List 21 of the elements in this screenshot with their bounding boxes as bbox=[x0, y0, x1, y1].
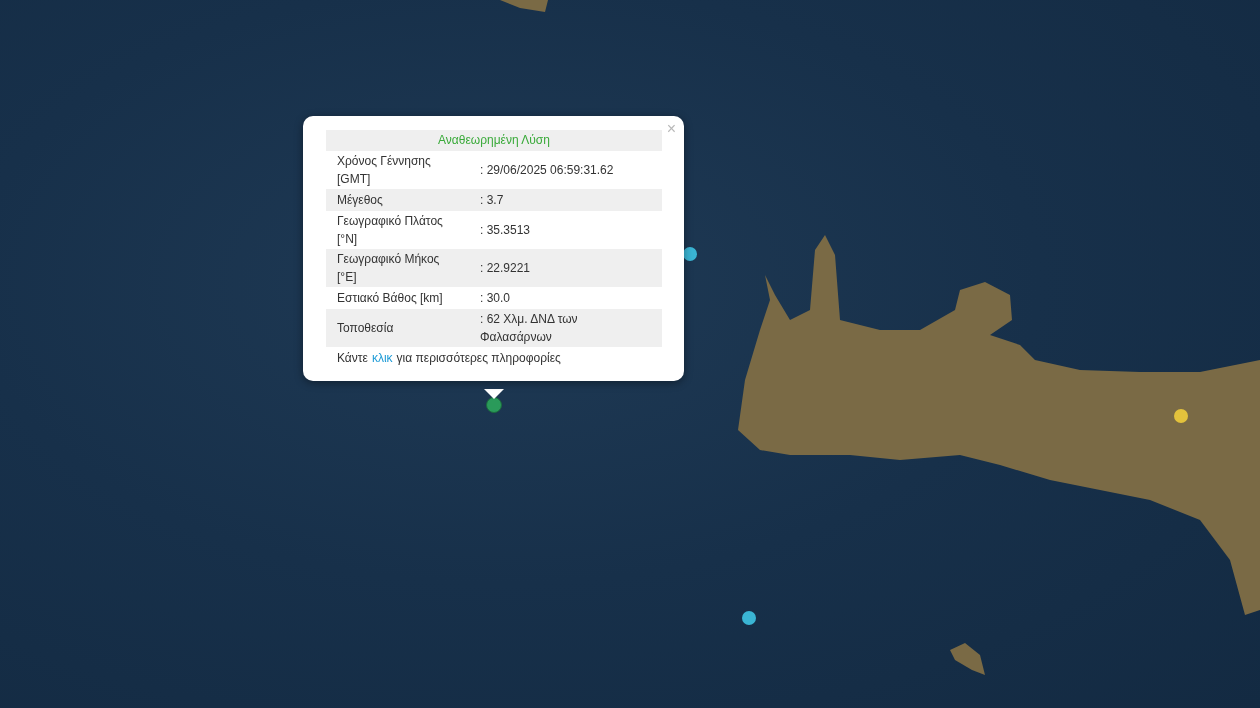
row-label: Χρόνος Γέννησης [GMT] bbox=[337, 153, 432, 188]
row-value: : 3.7 bbox=[480, 192, 505, 209]
footer-text: Κάντε bbox=[337, 351, 368, 365]
row-label: Γεωγραφικό Μήκος [°E] bbox=[337, 251, 441, 286]
island-drawing bbox=[950, 643, 985, 675]
popup-title: Αναθεωρημένη Λύση bbox=[326, 130, 662, 151]
row-label: Μέγεθος bbox=[337, 192, 384, 209]
marker-dot[interactable] bbox=[742, 611, 756, 625]
row-label: Εστιακό Βάθος [km] bbox=[337, 290, 444, 307]
row-label: Τοποθεσία bbox=[337, 320, 395, 337]
row-value: : 62 Χλμ. ΔΝΔ των Φαλασάρνων bbox=[480, 311, 579, 346]
island-drawing bbox=[500, 0, 548, 12]
row-value: : 35.3513 bbox=[480, 222, 532, 239]
row-value: : 30.0 bbox=[480, 290, 512, 307]
marker-dot[interactable] bbox=[486, 397, 502, 413]
more-info-link[interactable]: κλικ bbox=[371, 351, 393, 365]
row-value: : 22.9221 bbox=[480, 260, 532, 277]
row-label: Γεωγραφικό Πλάτος [°N] bbox=[337, 213, 444, 248]
footer-text: για περισσότερες πληροφορίες bbox=[396, 351, 561, 365]
close-button[interactable]: × bbox=[664, 120, 678, 138]
row-value: : 29/06/2025 06:59:31.62 bbox=[480, 162, 615, 179]
